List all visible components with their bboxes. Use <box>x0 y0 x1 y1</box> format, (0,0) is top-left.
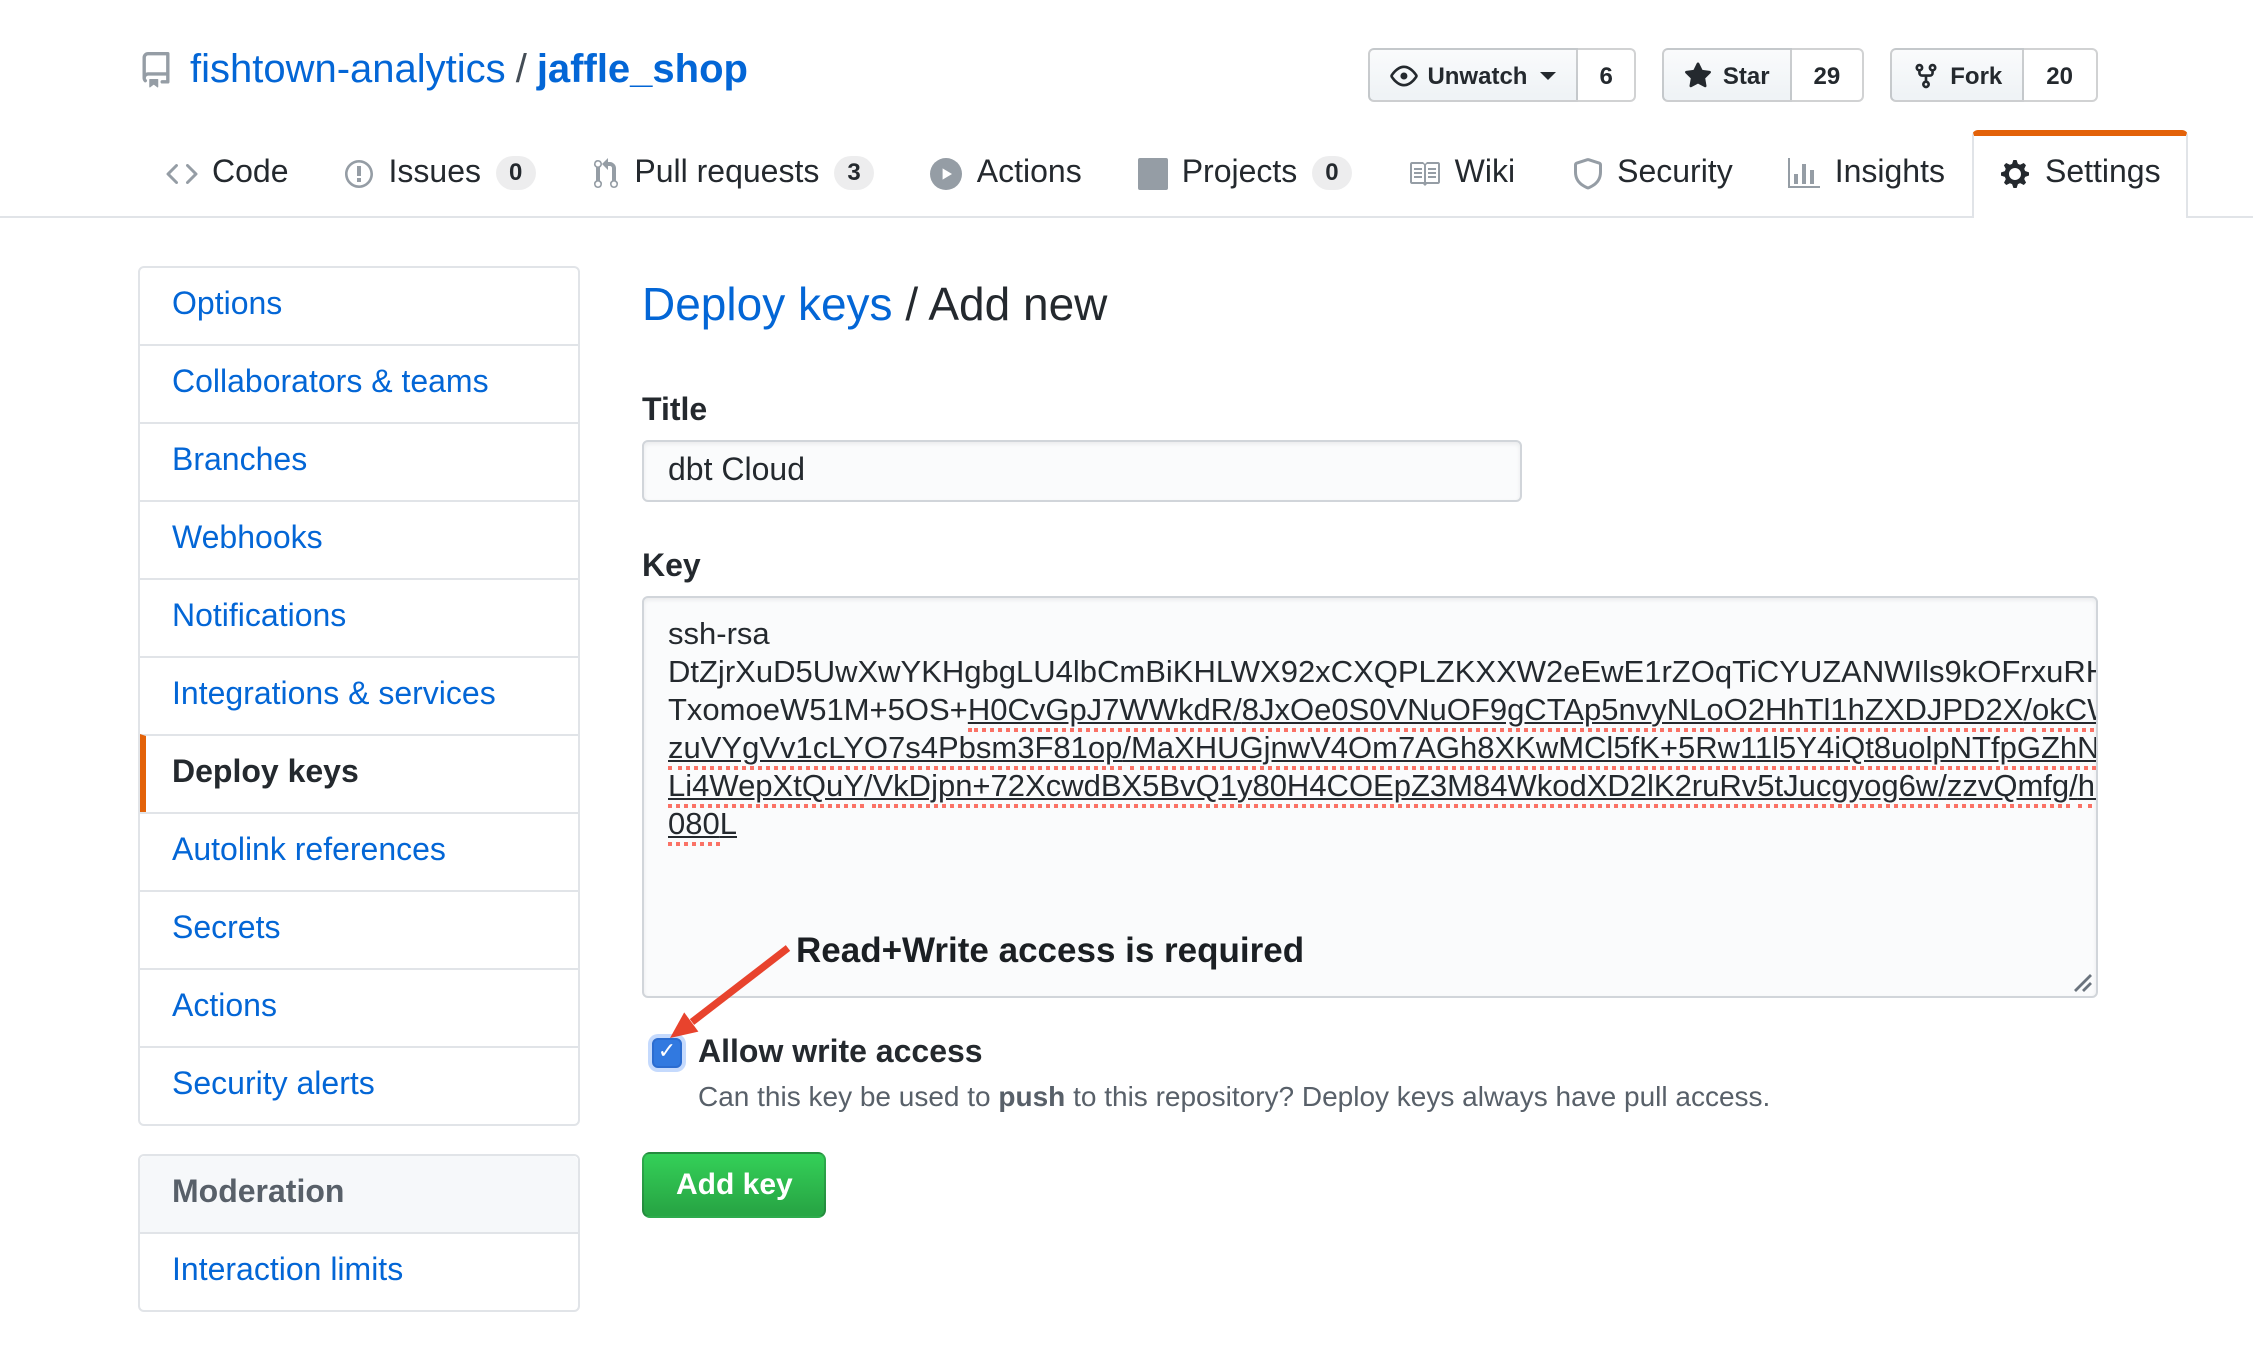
settings-sidebar: Options Collaborators & teams Branches W… <box>138 266 580 1312</box>
repo-header: fishtown-analytics / jaffle_shop Unwatch… <box>0 0 2253 218</box>
gear-icon <box>2001 157 2031 189</box>
sidebar-item-interaction-limits[interactable]: Interaction limits <box>140 1232 578 1310</box>
sidebar-item-branches[interactable]: Branches <box>140 422 578 500</box>
settings-menu: Options Collaborators & teams Branches W… <box>138 266 580 1126</box>
sidebar-item-security-alerts[interactable]: Security alerts <box>140 1046 578 1124</box>
tab-pull-requests[interactable]: Pull requests 3 <box>564 130 902 216</box>
tab-insights[interactable]: Insights <box>1761 130 1973 216</box>
page-title-current: Add new <box>928 278 1107 330</box>
sidebar-item-actions[interactable]: Actions <box>140 968 578 1046</box>
repo-name-link[interactable]: jaffle_shop <box>537 44 748 96</box>
moderation-menu: Moderation Interaction limits <box>138 1154 580 1312</box>
sidebar-item-options[interactable]: Options <box>140 268 578 344</box>
graph-icon <box>1789 157 1821 189</box>
watch-button-group: Unwatch 6 <box>1367 48 1636 102</box>
tab-wiki[interactable]: Wiki <box>1381 130 1543 216</box>
star-icon <box>1685 61 1713 89</box>
sidebar-item-secrets[interactable]: Secrets <box>140 890 578 968</box>
key-field-label: Key <box>642 548 2097 586</box>
projects-count-badge: 0 <box>1311 156 1352 190</box>
issues-count-badge: 0 <box>495 156 536 190</box>
allow-write-access-label[interactable]: Allow write access <box>698 1034 2097 1074</box>
title-input[interactable] <box>642 440 1522 502</box>
project-icon <box>1138 157 1168 189</box>
shield-icon <box>1571 157 1603 189</box>
tab-issues[interactable]: Issues 0 <box>317 130 565 216</box>
resize-grip-icon[interactable] <box>2069 970 2091 992</box>
tab-projects[interactable]: Projects 0 <box>1110 130 1381 216</box>
read-write-annotation: Read+Write access is required <box>796 930 1304 972</box>
breadcrumb: fishtown-analytics / jaffle_shop <box>138 44 748 96</box>
tab-security[interactable]: Security <box>1543 130 1761 216</box>
deploy-keys-breadcrumb-link[interactable]: Deploy keys <box>642 278 893 330</box>
fork-button-group: Fork 20 <box>1890 48 2097 102</box>
star-button[interactable]: Star <box>1663 48 1792 102</box>
star-count[interactable]: 29 <box>1792 48 1865 102</box>
sidebar-item-autolink-references[interactable]: Autolink references <box>140 812 578 890</box>
repo-icon <box>138 52 174 88</box>
moderation-menu-header: Moderation <box>140 1156 578 1232</box>
check-icon: ✓ <box>658 1042 676 1064</box>
fork-icon <box>1912 61 1940 89</box>
add-key-button[interactable]: Add key <box>642 1152 827 1218</box>
caret-down-icon <box>1539 71 1555 87</box>
eye-icon <box>1389 61 1417 89</box>
allow-write-access-checkbox[interactable]: ✓ <box>652 1038 682 1068</box>
repo-action-buttons: Unwatch 6 Star 29 Fork <box>1367 48 2097 102</box>
code-icon <box>166 157 198 189</box>
book-icon <box>1409 157 1441 189</box>
repo-tab-nav: Code Issues 0 Pull requests 3 Actions Pr… <box>0 130 2253 218</box>
play-icon <box>931 157 963 189</box>
pull-request-icon <box>592 157 620 189</box>
tab-actions[interactable]: Actions <box>903 130 1110 216</box>
unwatch-button[interactable]: Unwatch <box>1367 48 1577 102</box>
sidebar-item-notifications[interactable]: Notifications <box>140 578 578 656</box>
key-textarea[interactable]: ssh-rsa DtZjrXuD5UwXwYKHgbgLU4lbCmBiKHLW… <box>642 596 2097 998</box>
deploy-key-form-panel: Deploy keys / Add new Title Key ssh-rsa … <box>642 266 2097 1312</box>
title-field-label: Title <box>642 392 2097 430</box>
fork-button[interactable]: Fork <box>1890 48 2024 102</box>
issue-icon <box>345 157 375 189</box>
breadcrumb-separator: / <box>516 44 527 96</box>
repo-owner-link[interactable]: fishtown-analytics <box>190 44 506 96</box>
sidebar-item-integrations-services[interactable]: Integrations & services <box>140 656 578 734</box>
sidebar-item-deploy-keys[interactable]: Deploy keys <box>140 734 578 812</box>
watch-count[interactable]: 6 <box>1577 48 1636 102</box>
tab-code[interactable]: Code <box>138 130 317 216</box>
page-title: Deploy keys / Add new <box>642 276 2097 332</box>
fork-count[interactable]: 20 <box>2024 48 2097 102</box>
sidebar-item-webhooks[interactable]: Webhooks <box>140 500 578 578</box>
sidebar-item-collaborators-teams[interactable]: Collaborators & teams <box>140 344 578 422</box>
tab-settings[interactable]: Settings <box>1973 130 2189 218</box>
star-button-group: Star 29 <box>1663 48 1864 102</box>
write-access-help-text: Can this key be used to push to this rep… <box>698 1078 2097 1116</box>
pull-requests-count-badge: 3 <box>833 156 874 190</box>
